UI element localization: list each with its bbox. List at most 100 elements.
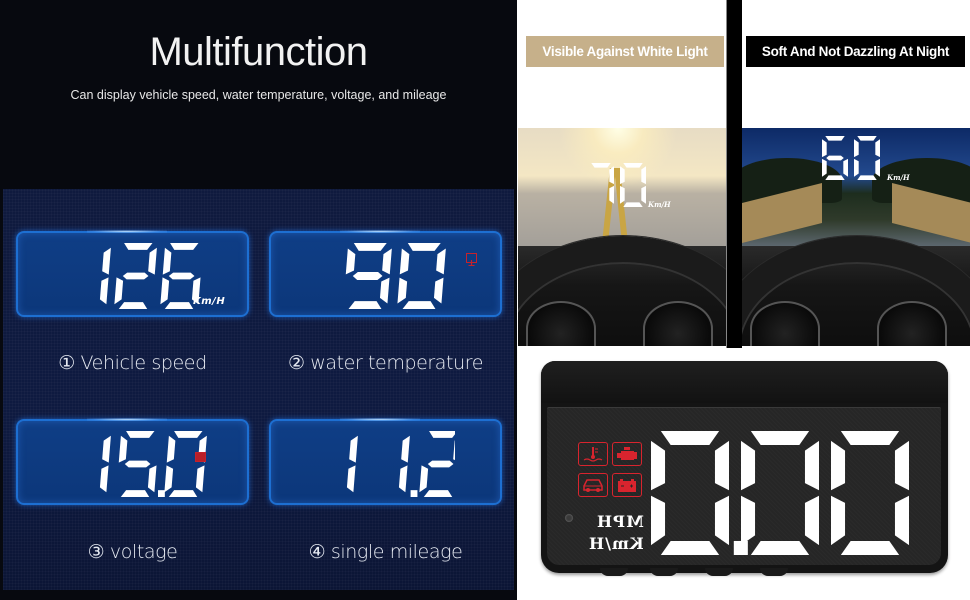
- digit-segment-d: [164, 302, 194, 309]
- digit-segment-a: [857, 136, 877, 141]
- digit-segment-e: [397, 277, 408, 304]
- digit-segment-c: [99, 277, 109, 305]
- digit-segment-c: [147, 465, 157, 493]
- digit-segment-d: [750, 540, 810, 555]
- digit-segment-d: [660, 540, 720, 555]
- digit-segment-c: [346, 465, 356, 493]
- digit-segment-a: [126, 431, 155, 438]
- digit-segment-b: [875, 139, 880, 158]
- voltage-display: [16, 418, 249, 505]
- digit-segment-a: [825, 136, 845, 141]
- digit-segment-e: [160, 277, 170, 305]
- night-caption: Soft And Not Dazzling At Night: [746, 36, 965, 67]
- digit-segment-f: [345, 248, 356, 275]
- digit-segment-d: [623, 202, 643, 207]
- digit-segment-a: [591, 163, 611, 168]
- check-engine-icon: [612, 442, 642, 466]
- digit-segment-f: [854, 139, 859, 158]
- speed-label: ① Vehicle speed: [58, 352, 207, 374]
- device-foot: [650, 568, 678, 576]
- digit-segment-e: [831, 495, 846, 546]
- digit-segment-c: [843, 158, 848, 177]
- digit-segment-b: [804, 440, 819, 491]
- digit-segment-a: [170, 243, 199, 250]
- hud-device: MPH Km/H: [541, 361, 948, 573]
- digit-segment-c: [609, 185, 614, 204]
- digit-segment-c: [894, 495, 909, 546]
- digit-segment-e: [620, 185, 625, 204]
- speed-digits: [99, 243, 201, 309]
- digit-segment-f: [822, 139, 827, 158]
- digit-segment-g: [168, 272, 195, 280]
- hud-unit-night: Km/H: [887, 173, 910, 182]
- digit-segment-a: [174, 431, 203, 438]
- device-foot: [600, 568, 628, 576]
- water-temperature-digits: [345, 243, 446, 309]
- mileage-digits: [346, 431, 455, 497]
- digit-segment-b: [436, 248, 446, 275]
- digit-segment-c: [714, 495, 729, 546]
- digit-segment-b: [714, 440, 729, 491]
- digit-segment-f: [166, 435, 176, 463]
- speed-unit: Km/H: [193, 296, 226, 307]
- digit-segment-b: [609, 166, 614, 185]
- day-scene-image: Km/H: [518, 128, 726, 346]
- coolant-temperature-icon: [578, 442, 608, 466]
- digit-segment-f: [118, 435, 128, 463]
- digit-segment-d: [423, 490, 453, 497]
- voltage-digits: [99, 431, 207, 497]
- water-temperature-label: ② water temperature: [287, 352, 484, 374]
- digit-segment-f: [399, 248, 410, 275]
- digit-segment-b: [401, 435, 410, 463]
- digit-segment-g: [352, 272, 383, 280]
- decimal-point: [733, 540, 748, 555]
- device-digits: [651, 431, 909, 555]
- digit-segment-a: [353, 243, 387, 251]
- digit-segment-e: [164, 465, 174, 493]
- digit-segment-g: [124, 460, 151, 468]
- digit-segment-e: [651, 495, 666, 546]
- device-foot: [760, 568, 788, 576]
- digit-segment-e: [419, 465, 429, 493]
- digit-segment-b: [641, 166, 646, 185]
- voltage-label: ③ voltage: [87, 541, 178, 563]
- digit-segment-a: [623, 163, 643, 168]
- digit-segment-c: [641, 185, 646, 204]
- digit-segment-f: [831, 440, 846, 491]
- device-foot: [705, 568, 733, 576]
- battery-icon: [612, 473, 642, 497]
- hud-speed-night: [822, 136, 880, 180]
- mileage-display: [269, 418, 502, 505]
- digit-segment-c: [804, 495, 819, 546]
- digit-segment-c: [875, 158, 880, 177]
- digit-segment-d: [825, 175, 845, 180]
- digit-segment-d: [402, 301, 436, 309]
- digit-segment-e: [741, 495, 756, 546]
- digit-segment-a: [750, 431, 810, 446]
- digit-segment-e: [854, 158, 859, 177]
- water-temperature-display: [269, 230, 502, 317]
- digit-segment-a: [124, 243, 153, 250]
- decimal-point: [158, 490, 165, 497]
- page-title: Multifunction: [149, 30, 368, 74]
- digit-segment-d: [120, 490, 150, 497]
- steering-wheel: [518, 236, 726, 346]
- speed-display: Km/H: [16, 230, 249, 317]
- digit-segment-a: [407, 243, 441, 251]
- digit-segment-e: [822, 158, 827, 177]
- unit-kmh-label: Km/H: [588, 534, 644, 553]
- digit-segment-b: [148, 247, 157, 275]
- digit-segment-b: [894, 440, 909, 491]
- day-caption: Visible Against White Light: [526, 36, 724, 67]
- light-sensor: [565, 514, 573, 522]
- digit-segment-g: [122, 272, 149, 280]
- digit-segment-a: [660, 431, 720, 446]
- digit-segment-f: [651, 440, 666, 491]
- digit-segment-g: [826, 155, 844, 161]
- digit-segment-b: [453, 440, 455, 461]
- digit-segment-c: [398, 465, 408, 493]
- digit-segment-d: [348, 301, 382, 309]
- page-subtitle: Can display vehicle speed, water tempera…: [70, 88, 447, 102]
- device-visor: [541, 361, 948, 403]
- digit-segment-a: [429, 431, 455, 438]
